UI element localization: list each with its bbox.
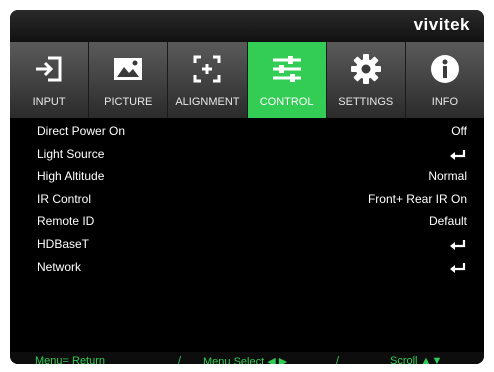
hint-menu-select: Menu Select ◀ ▶ <box>203 356 288 364</box>
menu-item-label: Light Source <box>37 146 105 161</box>
tab-label-info: INFO <box>431 96 459 108</box>
tab-label-alignment: ALIGNMENT <box>175 96 240 108</box>
tab-control[interactable]: CONTROL <box>247 42 327 118</box>
menu-item-hdbaset[interactable]: HDBaseT <box>10 233 484 256</box>
picture-icon <box>114 58 143 80</box>
input-icon <box>36 56 62 82</box>
menu-item-value: Off <box>451 124 467 138</box>
menu-item-label: Network <box>37 259 82 274</box>
menu-item-high-altitude[interactable]: High Altitude Normal <box>10 165 484 188</box>
hint-scroll: Scroll ▲▼ <box>390 355 443 364</box>
menu-item-network[interactable]: Network <box>10 256 484 279</box>
tab-label-control: CONTROL <box>259 96 314 108</box>
control-sliders-icon <box>272 56 301 82</box>
menu-item-direct-power-on[interactable]: Direct Power On Off <box>10 120 484 143</box>
footer-hints: Menu= Return / Menu Select ◀ ▶ / Scroll … <box>10 352 484 364</box>
tab-label-settings: SETTINGS <box>338 96 394 108</box>
control-menu-list: Direct Power On Off Light Source High Al… <box>10 120 484 278</box>
tab-label-picture: PICTURE <box>104 96 153 108</box>
hint-menu-return: Menu= Return <box>35 355 106 364</box>
menu-item-light-source[interactable]: Light Source <box>10 143 484 166</box>
menu-item-label: High Altitude <box>37 169 105 184</box>
enter-arrow-icon <box>450 239 466 250</box>
tab-label-input: INPUT <box>32 96 66 108</box>
menu-item-label: HDBaseT <box>37 236 90 251</box>
tab-picture[interactable]: PICTURE <box>89 42 169 118</box>
menu-item-label: IR Control <box>37 191 92 206</box>
menu-item-label: Direct Power On <box>37 124 126 138</box>
tab-info[interactable]: INFO <box>405 42 484 118</box>
alignment-icon <box>193 55 221 83</box>
menu-item-remote-id[interactable]: Remote ID Default <box>10 210 484 233</box>
projector-osd-menu: vivitek INPUT PICTURE ALIGNMENT CONTROL … <box>10 10 484 364</box>
menu-item-value: Default <box>428 214 467 229</box>
tab-input[interactable]: INPUT <box>10 42 90 118</box>
menu-item-ir-control[interactable]: IR Control Front+ Rear IR On <box>10 188 484 211</box>
menu-item-label: Remote ID <box>37 214 95 229</box>
brand-logo: vivitek <box>413 15 470 34</box>
hint-separator: / <box>178 355 182 364</box>
enter-arrow-icon <box>450 149 466 160</box>
menu-item-value: Normal <box>428 169 467 184</box>
enter-arrow-icon <box>450 262 466 273</box>
tab-alignment[interactable]: ALIGNMENT <box>168 42 248 118</box>
top-bar: vivitek <box>10 10 484 42</box>
tab-settings[interactable]: SETTINGS <box>326 42 406 118</box>
info-icon <box>430 55 459 83</box>
gear-icon <box>350 54 381 84</box>
menu-item-value: Front+ Rear IR On <box>367 191 467 206</box>
menu-tabs: INPUT PICTURE ALIGNMENT CONTROL SETTINGS… <box>10 42 484 118</box>
hint-separator: / <box>336 355 340 364</box>
